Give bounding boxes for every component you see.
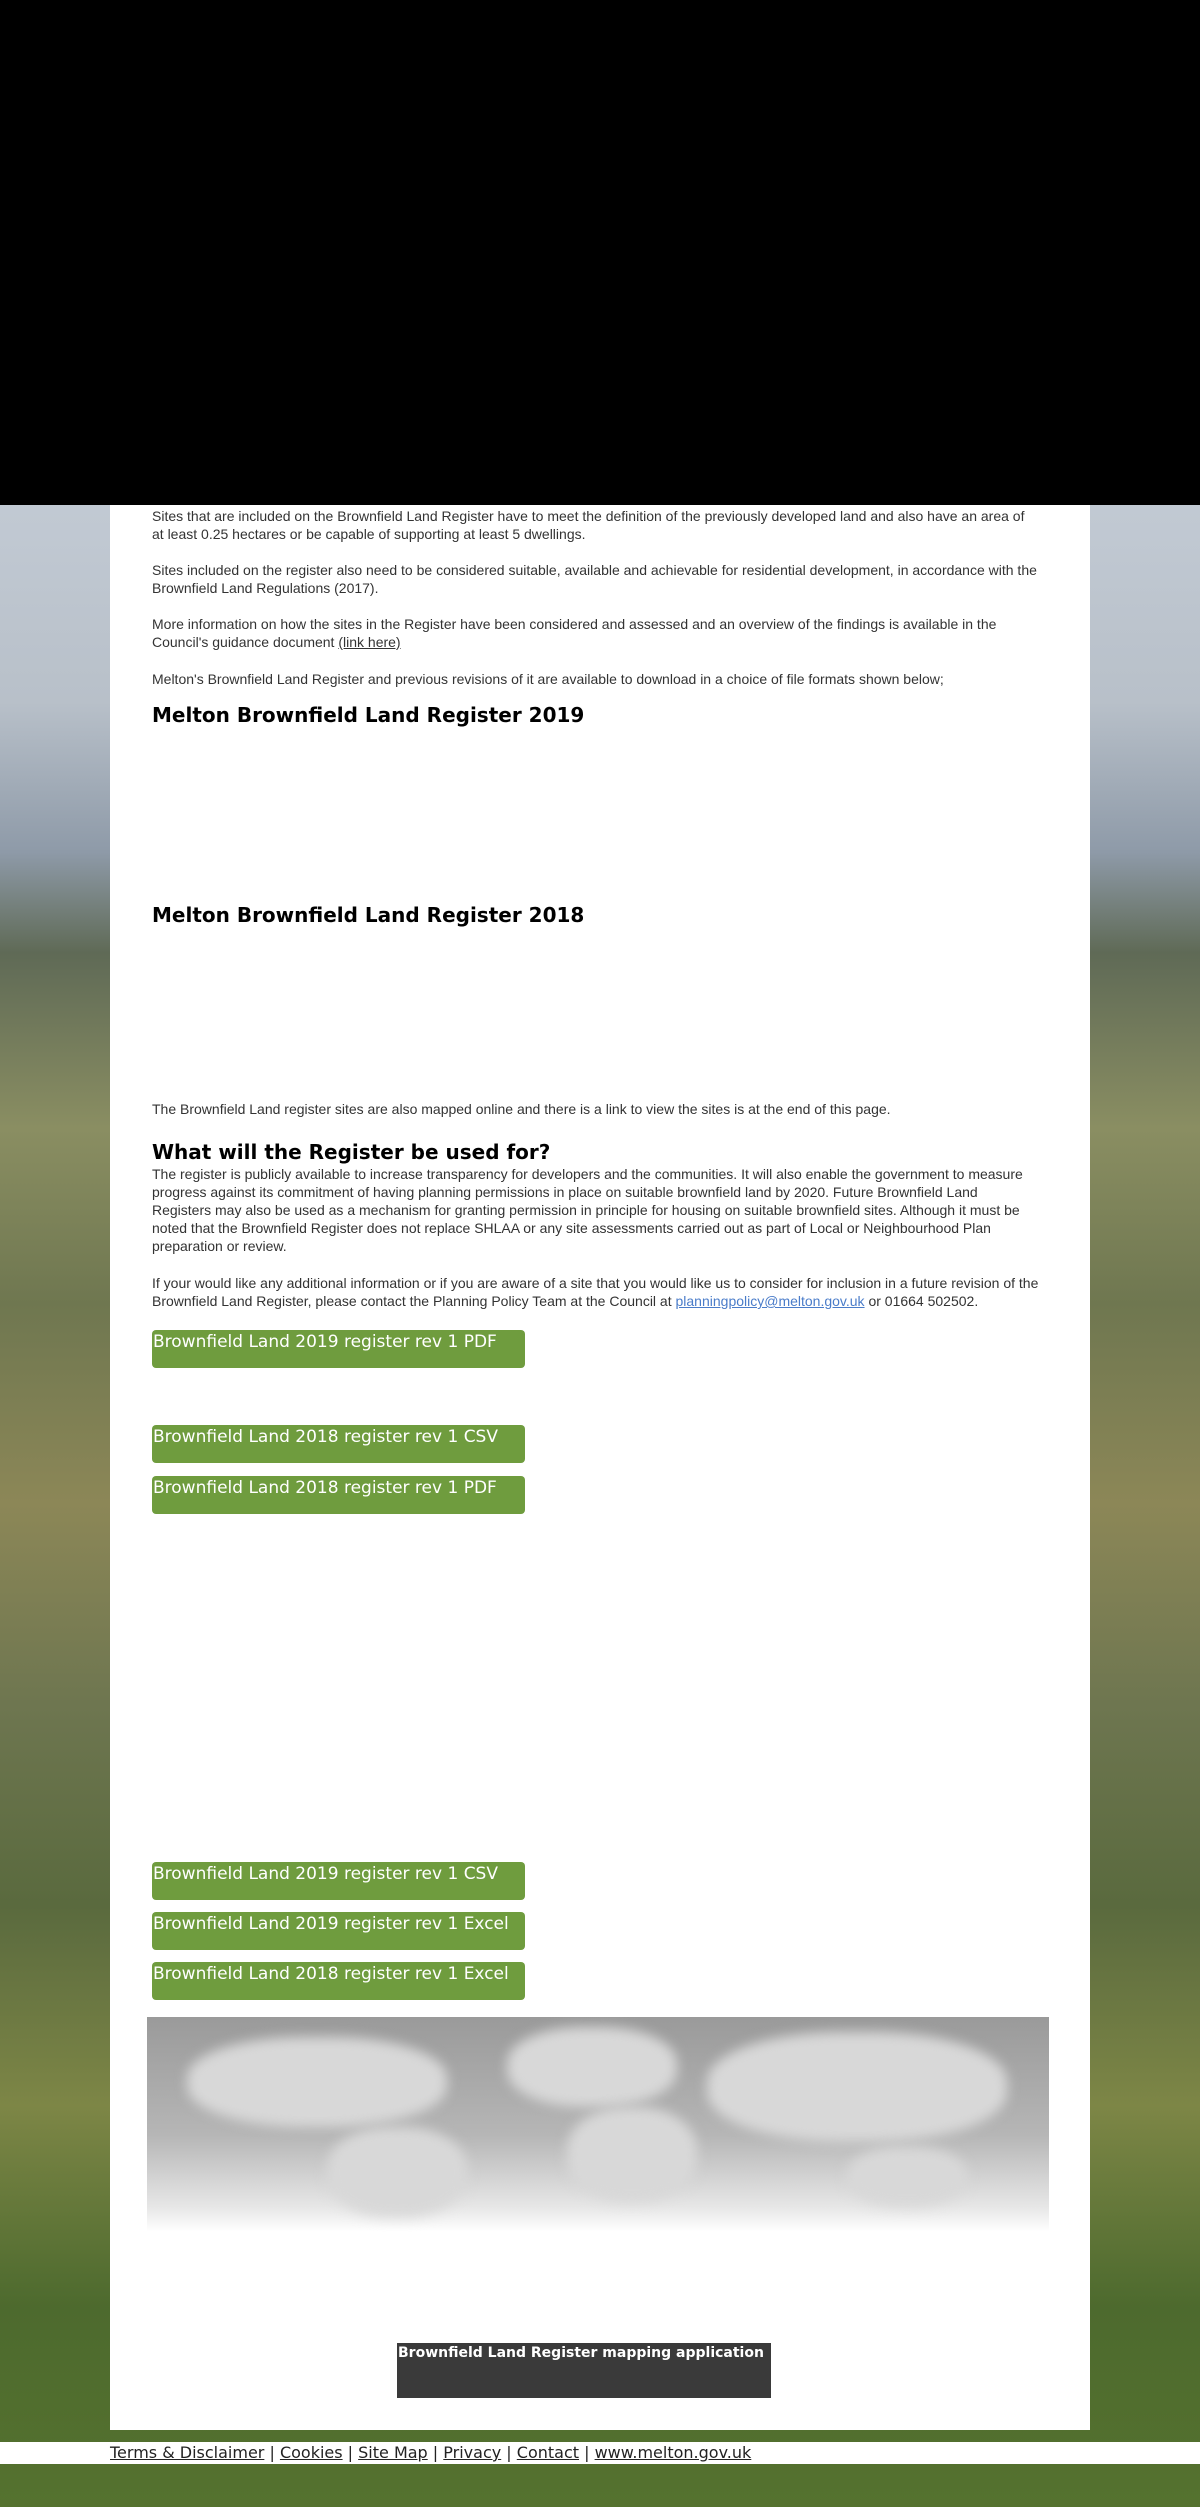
download-2019-excel-label: Brownfield Land 2019 register rev 1 Exce… [153, 1914, 509, 1934]
heading-register-use: What will the Register be used for? [152, 1140, 551, 1164]
mapping-application-button[interactable]: Brownfield Land Register mapping applica… [397, 2343, 771, 2398]
paragraph-site-suitability: Sites included on the register also need… [152, 562, 1037, 596]
footer-link-sitemap[interactable]: Site Map [358, 2443, 428, 2462]
footer-link-website[interactable]: www.melton.gov.uk [595, 2443, 752, 2462]
top-black-banner [0, 0, 1200, 505]
download-2018-pdf-button[interactable]: Brownfield Land 2018 register rev 1 PDF [152, 1476, 525, 1514]
download-2018-csv-button[interactable]: Brownfield Land 2018 register rev 1 CSV [152, 1425, 525, 1463]
contact-phone: or 01664 502502. [864, 1293, 979, 1309]
footer-link-cookies[interactable]: Cookies [280, 2443, 343, 2462]
download-2019-pdf-button[interactable]: Brownfield Land 2019 register rev 1 PDF [152, 1330, 525, 1368]
download-2018-csv-label: Brownfield Land 2018 register rev 1 CSV [153, 1427, 498, 1447]
download-2018-excel-button[interactable]: Brownfield Land 2018 register rev 1 Exce… [152, 1962, 525, 2000]
footer-link-privacy[interactable]: Privacy [443, 2443, 501, 2462]
paragraph-contact: If your would like any additional inform… [152, 1274, 1040, 1310]
download-2019-excel-button[interactable]: Brownfield Land 2019 register rev 1 Exce… [152, 1912, 525, 1950]
paragraph-site-definition: Sites that are included on the Brownfiel… [152, 508, 1025, 542]
download-2019-csv-label: Brownfield Land 2019 register rev 1 CSV [153, 1864, 498, 1884]
footer-link-contact[interactable]: Contact [517, 2443, 579, 2462]
download-2019-csv-button[interactable]: Brownfield Land 2019 register rev 1 CSV [152, 1862, 525, 1900]
download-2019-pdf-label: Brownfield Land 2019 register rev 1 PDF [153, 1332, 497, 1352]
heading-register-2019: Melton Brownfield Land Register 2019 [152, 703, 585, 727]
world-map-image [147, 2017, 1049, 2232]
footer-link-terms[interactable]: Terms & Disclaimer [110, 2443, 264, 2462]
footer-separator: | [579, 2443, 595, 2462]
guidance-document-link[interactable]: (link here) [338, 634, 400, 650]
footer-links: Terms & Disclaimer | Cookies | Site Map … [110, 2443, 751, 2462]
paragraph-guidance: More information on how the sites in the… [152, 615, 1040, 651]
paragraph-register-use: The register is publicly available to in… [152, 1166, 1023, 1254]
footer-bar: Terms & Disclaimer | Cookies | Site Map … [0, 2442, 1200, 2464]
paragraph-download-intro: Melton's Brownfield Land Register and pr… [152, 671, 944, 687]
footer-separator: | [501, 2443, 517, 2462]
email-link[interactable]: planningpolicy@melton.gov.uk [676, 1293, 865, 1309]
heading-register-2018: Melton Brownfield Land Register 2018 [152, 903, 585, 927]
paragraph-mapped-online: The Brownfield Land register sites are a… [152, 1101, 891, 1117]
footer-separator: | [264, 2443, 280, 2462]
footer-separator: | [427, 2443, 444, 2462]
footer-separator: | [342, 2443, 359, 2462]
download-2018-excel-label: Brownfield Land 2018 register rev 1 Exce… [153, 1964, 509, 1984]
guidance-text: More information on how the sites in the… [152, 616, 997, 650]
download-2018-pdf-label: Brownfield Land 2018 register rev 1 PDF [153, 1478, 497, 1498]
